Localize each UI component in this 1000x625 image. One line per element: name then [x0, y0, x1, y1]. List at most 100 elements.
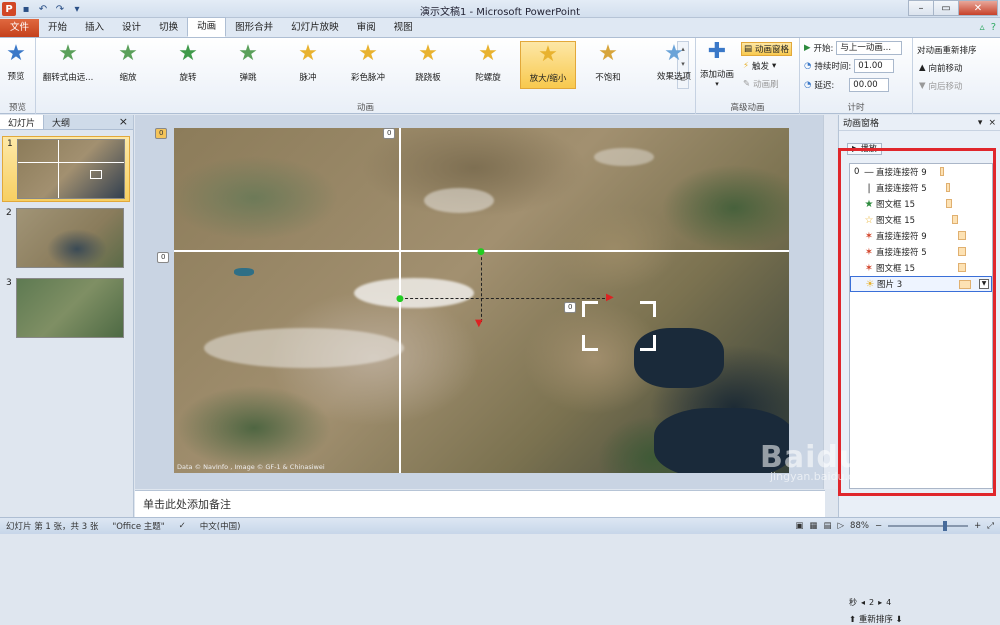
animation-list-item[interactable]: ★ 图文框 15 — [850, 196, 992, 212]
play-button[interactable]: ▶ 播放 — [847, 143, 882, 155]
zoom-in-icon[interactable]: + — [974, 521, 981, 531]
animation-painter-button[interactable]: ✎ 动画刷 — [743, 78, 779, 90]
tab-outline[interactable]: 大纲 — [44, 115, 78, 129]
animation-effect-7[interactable]: ★ 陀螺旋 — [460, 41, 516, 89]
move-later-button[interactable]: ▼ 向后移动 — [919, 80, 963, 92]
animation-item-name: 图文框 15 — [876, 264, 916, 274]
minimize-ribbon-icon[interactable]: ▵ — [980, 22, 985, 33]
zoom-slider[interactable] — [888, 521, 969, 531]
animation-list-item[interactable]: | 直接连接符 5 — [850, 180, 992, 196]
animation-pane-button[interactable]: ▤ 动画窗格 — [741, 42, 793, 56]
normal-view-icon[interactable]: ▣ — [795, 521, 803, 531]
animation-item-name: 直接连接符 5 — [876, 248, 927, 258]
timeline-bar[interactable] — [946, 183, 950, 192]
slide-1-preview — [17, 139, 125, 199]
trigger-label: 触发 — [751, 62, 769, 72]
tab-transitions[interactable]: 切换 — [150, 19, 187, 37]
animation-effect-0[interactable]: ★ 翻转式由远... — [40, 41, 96, 89]
tab-file[interactable]: 文件 — [0, 19, 40, 37]
zoom-out-icon[interactable]: − — [875, 521, 882, 531]
timeline-bar[interactable] — [958, 231, 966, 240]
animation-star-icon: ★ — [298, 41, 318, 66]
tab-view[interactable]: 视图 — [385, 19, 422, 37]
tab-review[interactable]: 审阅 — [348, 19, 385, 37]
timeline-bar[interactable] — [940, 167, 944, 176]
timeline-bar[interactable] — [958, 263, 966, 272]
tab-design[interactable]: 设计 — [113, 19, 150, 37]
window-title: 演示文稿1 - Microsoft PowerPoint — [419, 7, 581, 18]
animation-effect-2[interactable]: ★ 旋转 — [160, 41, 216, 89]
trigger-button[interactable]: ⚡ 触发 ▾ — [743, 60, 776, 72]
status-bar: 幻灯片 第 1 张，共 3 张 "Office 主题" ✓ 中文(中国) ▣ ▦… — [0, 517, 1000, 534]
reorder-down-icon[interactable]: ⬇ — [896, 615, 903, 625]
maximize-button[interactable]: ▭ — [933, 0, 959, 16]
tab-slideshow[interactable]: 幻灯片放映 — [282, 19, 348, 37]
motion-path-v — [481, 252, 482, 322]
spellcheck-icon[interactable]: ✓ — [179, 521, 186, 531]
timeline-bar[interactable] — [959, 280, 971, 289]
animation-effect-6[interactable]: ★ 跷跷板 — [400, 41, 456, 89]
timeline-left-icon[interactable]: ◂ — [861, 598, 865, 607]
animation-star-icon: ★ — [118, 41, 138, 66]
animation-star-icon: ★ — [478, 41, 498, 66]
tab-insert[interactable]: 插入 — [76, 19, 113, 37]
timeline-bar[interactable] — [958, 247, 966, 256]
reorder-up-icon[interactable]: ⬆ — [849, 615, 856, 625]
animation-effect-5[interactable]: ★ 彩色脉冲 — [340, 41, 396, 89]
zoom-level[interactable]: 88% — [850, 521, 869, 531]
item-dropdown-icon[interactable]: ▼ — [979, 279, 989, 289]
animation-item-name: 直接连接符 5 — [876, 184, 927, 194]
delay-icon: ◔ — [804, 80, 812, 90]
pane-options-icon[interactable]: ▾ — [978, 118, 983, 128]
frame-image[interactable] — [582, 301, 656, 351]
tab-home[interactable]: 开始 — [39, 19, 76, 37]
timeline-bar[interactable] — [952, 215, 958, 224]
animation-list-item[interactable]: ✶ 直接连接符 5 — [850, 244, 992, 260]
guide-mark-left: 0 — [157, 252, 170, 263]
close-pane-icon[interactable]: × — [114, 115, 133, 129]
slide-number: 2 — [6, 208, 12, 218]
add-animation-button[interactable]: ✚ 添加动画 ▾ — [700, 40, 734, 89]
close-button[interactable]: ✕ — [958, 0, 998, 16]
sorter-view-icon[interactable]: ▦ — [809, 521, 817, 531]
group-timing: ▶ 开始: 与上一动画... ◔ 持续时间: 01.00 ◔ 延迟: 00.00… — [800, 38, 913, 114]
slide-thumbnail-1[interactable]: 1 — [2, 136, 130, 202]
animation-list-item[interactable]: ☆ 图文框 15 — [850, 212, 992, 228]
effect-options-label: 效果选项 — [656, 72, 691, 82]
zoom-thumb[interactable] — [943, 521, 948, 531]
notes-area[interactable]: 单击此处添加备注 — [135, 490, 825, 517]
animation-effect-4[interactable]: ★ 脉冲 — [280, 41, 336, 89]
reading-view-icon[interactable]: ▤ — [823, 521, 831, 531]
start-select[interactable]: 与上一动画... — [836, 41, 903, 55]
delay-input[interactable]: 00.00 — [849, 78, 890, 92]
timeline-right-icon[interactable]: ▸ — [878, 598, 882, 607]
animation-list-item[interactable]: ☀ 图片 3 ▼ — [850, 276, 992, 292]
move-earlier-button[interactable]: ▲ 向前移动 — [919, 62, 963, 74]
preview-button[interactable]: ★ 预览 — [4, 42, 28, 83]
timeline-footer: 秒 ◂ 2 ▸ 4 — [849, 596, 993, 608]
effect-options-button[interactable]: ★ 效果选项 — [654, 42, 694, 83]
slideshow-view-icon[interactable]: ▷ — [837, 521, 844, 531]
animation-list-item[interactable]: 0 — 直接连接符 9 — [850, 164, 992, 180]
slide-canvas[interactable]: ● ● ▶ ▼ 0 Data © NavInfo , Image © GF-1 … — [174, 128, 789, 473]
duration-input[interactable]: 01.00 — [854, 59, 895, 73]
fit-window-icon[interactable]: ⤢ — [987, 521, 994, 531]
animation-effect-9[interactable]: ★ 不饱和 — [580, 41, 636, 89]
animation-effect-8[interactable]: ★ 放大/缩小 — [520, 41, 576, 89]
slide-thumbnail-3[interactable]: 3 — [2, 276, 130, 342]
animation-list-item[interactable]: ✶ 图文框 15 — [850, 260, 992, 276]
group-reorder: 对动画重新排序 ▲ 向前移动 ▼ 向后移动 — [913, 38, 1000, 114]
tab-slides[interactable]: 幻灯片 — [0, 115, 45, 129]
tab-shape-merge[interactable]: 图形合并 — [226, 19, 282, 37]
animation-star-icon: ★ — [238, 41, 258, 66]
animation-effect-1[interactable]: ★ 缩放 — [100, 41, 156, 89]
tab-animations[interactable]: 动画 — [187, 17, 227, 37]
timeline-bar[interactable] — [946, 199, 952, 208]
animation-list-item[interactable]: ✶ 直接连接符 9 — [850, 228, 992, 244]
pane-close-icon[interactable]: × — [988, 118, 996, 128]
animation-effect-3[interactable]: ★ 弹跳 — [220, 41, 276, 89]
minimize-button[interactable]: – — [908, 0, 934, 16]
animation-effect-label: 旋转 — [179, 73, 197, 83]
help-icon[interactable]: ? — [991, 22, 996, 33]
slide-thumbnail-2[interactable]: 2 — [2, 206, 130, 272]
